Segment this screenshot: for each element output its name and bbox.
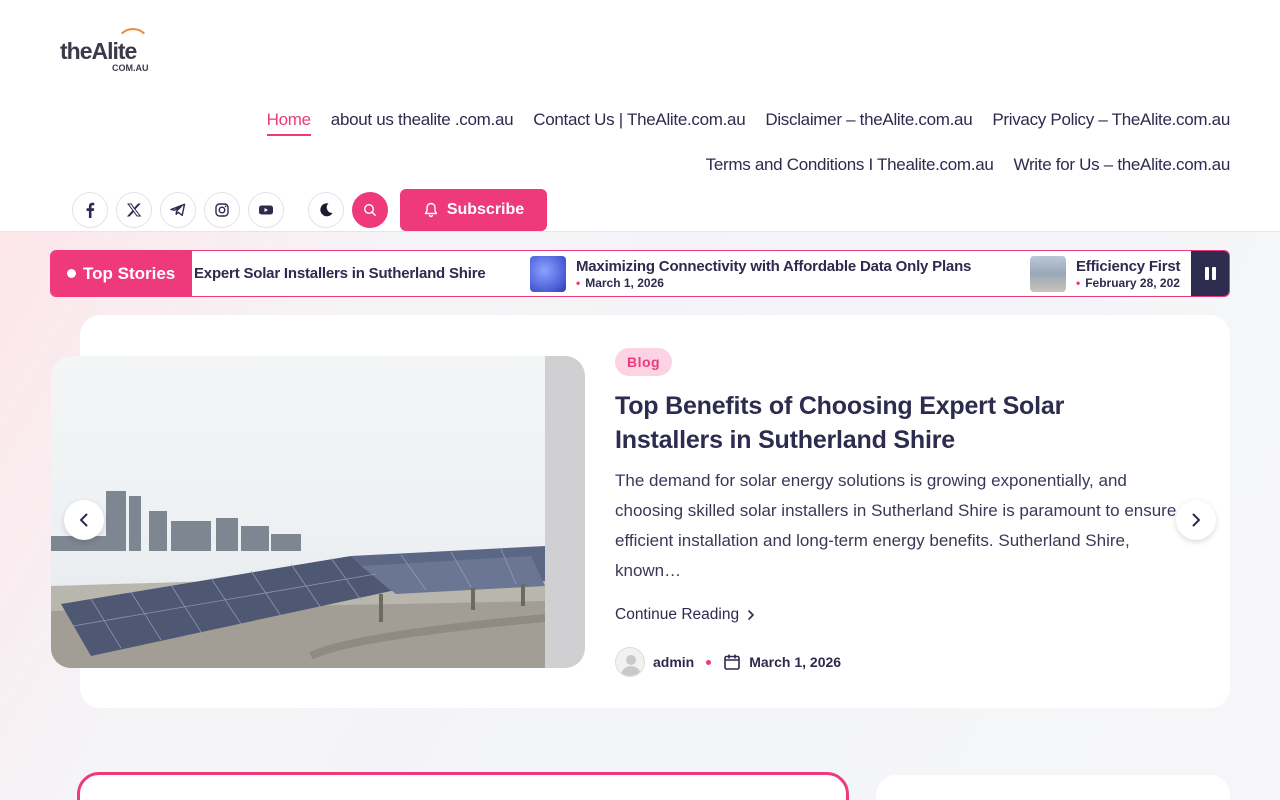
post-author[interactable]: admin <box>653 654 694 670</box>
youtube-icon[interactable] <box>248 192 284 228</box>
avatar[interactable] <box>615 647 645 677</box>
ticker-item-title[interactable]: Efficiency First <box>1076 258 1181 275</box>
ticker-label: Top Stories <box>51 251 192 296</box>
live-dot-icon <box>67 269 76 278</box>
nav-terms[interactable]: Terms and Conditions I Thealite.com.au <box>706 155 994 179</box>
category-badge[interactable]: Blog <box>615 348 673 376</box>
telegram-icon[interactable] <box>160 192 196 228</box>
x-icon[interactable] <box>116 192 152 228</box>
continue-reading-link[interactable]: Continue Reading <box>615 606 757 624</box>
logo-text: theAlite <box>60 38 137 64</box>
featured-post-title[interactable]: Top Benefits of Choosing Expert Solar In… <box>615 389 1155 457</box>
nav-about-us[interactable]: about us thealite .com.au <box>331 110 514 136</box>
nav-write-for-us[interactable]: Write for Us – theAlite.com.au <box>1014 155 1231 179</box>
ticker-label-text: Top Stories <box>83 263 176 283</box>
ticker-item[interactable]: Efficiency First February 28, 202 <box>1030 251 1181 296</box>
meta-separator <box>706 659 712 665</box>
logo-subtext: COM.AU <box>112 63 149 73</box>
primary-nav-row-1: Home about us thealite .com.au Contact U… <box>266 110 1230 136</box>
search-icon[interactable] <box>352 192 388 228</box>
ticker-item-date: March 1, 2026 <box>576 276 971 290</box>
featured-post-image[interactable] <box>51 356 585 668</box>
subscribe-label: Subscribe <box>446 201 525 218</box>
ticker-thumbnail <box>530 255 566 292</box>
featured-post-excerpt: The demand for solar energy solutions is… <box>615 471 1177 580</box>
sidebar-widget-box <box>876 775 1230 800</box>
site-header: theAlite COM.AU Home about us thealite .… <box>0 0 1280 232</box>
ticker-item[interactable]: Maximizing Connectivity with Affordable … <box>530 251 971 296</box>
calendar-icon <box>724 654 741 670</box>
post-meta: admin March 1, 2026 <box>615 647 841 677</box>
nav-privacy-policy[interactable]: Privacy Policy – TheAlite.com.au <box>992 110 1230 136</box>
pause-icon <box>1204 267 1209 280</box>
ticker-track: Expert Solar Installers in Sutherland Sh… <box>194 251 1191 296</box>
nav-home[interactable]: Home <box>266 110 311 136</box>
continue-reading-label: Continue Reading <box>615 606 740 623</box>
solar-panel-illustration <box>51 491 545 668</box>
instagram-icon[interactable] <box>204 192 240 228</box>
chevron-left-icon <box>80 513 88 527</box>
chevron-right-icon <box>748 610 754 620</box>
bell-icon <box>424 202 438 218</box>
primary-nav-row-2: Terms and Conditions I Thealite.com.au W… <box>706 155 1231 179</box>
ticker-item-title[interactable]: Maximizing Connectivity with Affordable … <box>576 258 971 275</box>
subscribe-button[interactable]: Subscribe <box>400 189 547 231</box>
facebook-icon[interactable] <box>72 192 108 228</box>
top-stories-ticker: Top Stories Expert Solar Installers in S… <box>50 250 1230 297</box>
nav-disclaimer[interactable]: Disclaimer – theAlite.com.au <box>765 110 972 136</box>
content-section-box <box>77 772 849 800</box>
dark-mode-toggle-icon[interactable] <box>308 192 344 228</box>
site-logo[interactable]: theAlite COM.AU <box>60 28 160 76</box>
ticker-item-title[interactable]: Expert Solar Installers in Sutherland Sh… <box>194 265 486 282</box>
pause-ticker-button[interactable] <box>1191 251 1229 296</box>
ticker-item-date: February 28, 202 <box>1076 276 1180 290</box>
previous-slide-button[interactable] <box>64 500 104 540</box>
ticker-item[interactable]: Expert Solar Installers in Sutherland Sh… <box>194 251 486 296</box>
social-links <box>72 192 388 228</box>
nav-contact-us[interactable]: Contact Us | TheAlite.com.au <box>533 110 745 136</box>
ticker-thumbnail <box>1030 255 1066 292</box>
post-date: March 1, 2026 <box>749 654 842 670</box>
